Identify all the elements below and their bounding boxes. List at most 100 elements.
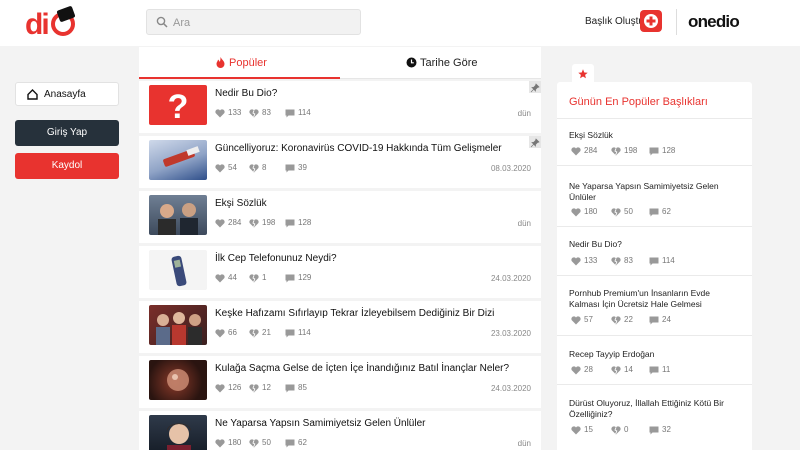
broken-heart-icon (249, 329, 259, 338)
comment-count: 32 (662, 425, 671, 434)
comment-icon (649, 208, 659, 217)
feed-item-title[interactable]: Keşke Hafızamı Sıfırlayıp Tekrar İzleyeb… (215, 308, 494, 319)
onedio-logo[interactable]: onedio (688, 12, 740, 32)
search-icon (156, 16, 168, 28)
pin-icon (530, 138, 540, 148)
popular-topics-title: Günün En Popüler Başlıkları (569, 96, 708, 108)
svg-text:di: di (25, 8, 48, 40)
flame-icon (216, 57, 225, 68)
search-box[interactable] (146, 9, 361, 35)
comment-icon (649, 316, 659, 325)
comment-count: 11 (662, 365, 671, 374)
feed-item-title[interactable]: İlk Cep Telefonunuz Neydi? (215, 253, 337, 264)
popular-item-title[interactable]: Nedir Bu Dio? (569, 239, 739, 250)
feed-item-date: 23.03.2020 (490, 329, 531, 338)
broken-heart-icon (249, 384, 259, 393)
heart-icon (571, 208, 581, 217)
comment-count: 128 (298, 218, 312, 227)
comment-count: 39 (298, 163, 307, 172)
broken-heart-icon (611, 316, 621, 325)
feed-item-date: dün (517, 219, 531, 228)
like-count: 284 (584, 146, 598, 155)
tv-series-thumbnail (149, 305, 207, 345)
star-icon (578, 69, 588, 79)
dislike-count: 198 (262, 218, 276, 227)
divider (557, 165, 752, 166)
divider (557, 226, 752, 227)
dislike-count: 21 (262, 328, 271, 337)
broken-heart-icon (249, 219, 259, 228)
dislike-count: 50 (624, 207, 633, 216)
dislike-count: 1 (262, 273, 267, 282)
like-count: 284 (228, 218, 242, 227)
like-count: 15 (584, 425, 593, 434)
search-input[interactable] (173, 13, 353, 32)
feed-item-date: dün (517, 439, 531, 448)
like-count: 133 (228, 108, 242, 117)
feed-item[interactable]: İlk Cep Telefonunuz Neydi? 44 1 129 24.0… (139, 246, 541, 298)
tab-popular-label: Popüler (229, 57, 267, 69)
plus-icon (644, 14, 658, 28)
broken-heart-icon (249, 164, 259, 173)
comment-icon (649, 366, 659, 375)
feed-item[interactable]: Keşke Hafızamı Sıfırlayıp Tekrar İzleyeb… (139, 301, 541, 353)
broken-heart-icon (249, 109, 259, 118)
create-topic-button[interactable] (640, 10, 662, 32)
popular-item-title[interactable]: Ne Yaparsa Yapsın Samimiyetsiz Gelen Ünl… (569, 181, 739, 203)
feed-item-title[interactable]: Nedir Bu Dio? (215, 88, 277, 99)
broken-heart-icon (249, 439, 259, 448)
dislike-count: 22 (624, 315, 633, 324)
popular-item-title[interactable]: Recep Tayyip Erdoğan (569, 349, 739, 360)
feed-tabs: Popüler Tarihe Göre (139, 47, 541, 79)
broken-heart-icon (611, 257, 621, 266)
heart-icon (571, 426, 581, 435)
popular-item-title[interactable]: Ekşi Sözlük (569, 130, 739, 141)
comment-count: 114 (298, 328, 311, 337)
feed-item-title[interactable]: Kulağa Saçma Gelse de İçten İçe İnandığı… (215, 363, 509, 374)
feed-item-title[interactable]: Ekşi Sözlük (215, 198, 267, 209)
comment-icon (285, 164, 295, 173)
register-button[interactable]: Kaydol (15, 153, 119, 179)
like-count: 126 (228, 383, 242, 392)
comment-count: 114 (298, 108, 311, 117)
tab-by-date-label: Tarihe Göre (420, 57, 478, 69)
star-badge (572, 64, 594, 84)
crystal-ball-thumbnail (149, 360, 207, 400)
dio-logo[interactable]: di (25, 6, 75, 40)
login-button[interactable]: Giriş Yap (15, 120, 119, 146)
comment-icon (285, 329, 295, 338)
feed-item[interactable]: Kulağa Saçma Gelse de İçten İçe İnandığı… (139, 356, 541, 408)
feed-item[interactable]: ? Nedir Bu Dio? 133 83 114 dün (139, 81, 541, 133)
header-divider (676, 9, 677, 35)
comment-count: 24 (662, 315, 671, 324)
comment-count: 62 (298, 438, 307, 447)
feed-item-title[interactable]: Güncelliyoruz: Koronavirüs COVID-19 Hakk… (215, 143, 502, 154)
topic-feed: Popüler Tarihe Göre ? Nedir Bu Dio? 133 … (139, 47, 541, 450)
cell-phone-thumbnail (149, 250, 207, 290)
like-count: 54 (228, 163, 237, 172)
feed-item-date: dün (517, 109, 531, 118)
comment-icon (285, 384, 295, 393)
pin-icon (530, 83, 540, 93)
feed-item-title[interactable]: Ne Yaparsa Yapsın Samimiyetsiz Gelen Ünl… (215, 418, 425, 429)
comment-icon (649, 147, 659, 156)
like-count: 57 (584, 315, 593, 324)
nav-home-link[interactable]: Anasayfa (15, 82, 119, 106)
comment-count: 62 (662, 207, 671, 216)
popular-topics-panel: Günün En Popüler Başlıkları Ekşi Sözlük … (557, 82, 752, 450)
popular-item-title[interactable]: Dürüst Oluyoruz, İllallah Ettiğiniz Kötü… (569, 398, 739, 420)
feed-item[interactable]: Güncelliyoruz: Koronavirüs COVID-19 Hakk… (139, 136, 541, 188)
clock-icon (406, 57, 417, 68)
tab-by-date[interactable]: Tarihe Göre (340, 47, 541, 79)
feed-item-date: 08.03.2020 (490, 164, 531, 173)
tab-popular[interactable]: Popüler (139, 47, 340, 79)
home-icon (27, 89, 38, 100)
popular-item-title[interactable]: Pornhub Premium'un İnsanların Evde Kalma… (569, 288, 739, 310)
feed-item[interactable]: Ne Yaparsa Yapsın Samimiyetsiz Gelen Ünl… (139, 411, 541, 450)
create-topic-label[interactable]: Başlık Oluştur (585, 16, 647, 27)
nav-home-label: Anasayfa (44, 89, 86, 100)
heart-icon (215, 164, 225, 173)
like-count: 180 (584, 207, 598, 216)
feed-item[interactable]: Ekşi Sözlük 284 198 128 dün (139, 191, 541, 243)
comment-icon (649, 426, 659, 435)
